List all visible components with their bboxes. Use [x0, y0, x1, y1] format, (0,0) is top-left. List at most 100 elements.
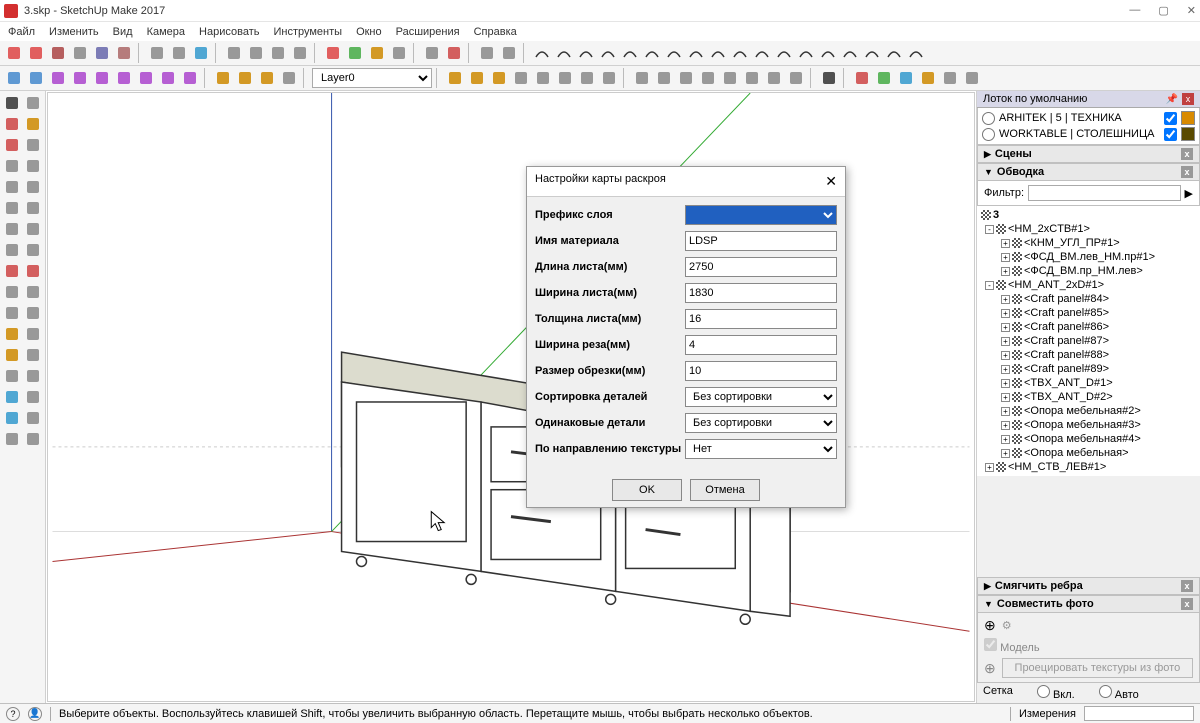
left-tool-21[interactable]	[23, 303, 43, 323]
left-tool-2[interactable]	[2, 114, 22, 134]
tb2-btn-28[interactable]	[786, 68, 806, 88]
tb2-btn-16[interactable]	[511, 68, 531, 88]
curve-tool-3[interactable]	[598, 43, 618, 63]
left-tool-31[interactable]	[23, 408, 43, 428]
left-tool-20[interactable]	[2, 303, 22, 323]
left-tool-17[interactable]	[23, 261, 43, 281]
expand-icon[interactable]: +	[1001, 365, 1010, 374]
field-input-6[interactable]	[685, 361, 837, 381]
left-tool-10[interactable]	[2, 198, 22, 218]
menu-Окно[interactable]: Окно	[356, 26, 382, 38]
tb1-btn-17[interactable]	[422, 43, 442, 63]
maximize-button[interactable]: ▢	[1158, 4, 1168, 17]
left-tool-23[interactable]	[23, 324, 43, 344]
field-input-3[interactable]	[685, 283, 837, 303]
curve-tool-6[interactable]	[664, 43, 684, 63]
left-tool-27[interactable]	[23, 366, 43, 386]
add-icon[interactable]: ⊕	[984, 617, 996, 634]
soften-panel-header[interactable]: ▶Смягчить ребраx	[977, 577, 1200, 595]
tree-item-0[interactable]: -<HM_2xCTB#1>	[979, 222, 1198, 236]
tree-item-10[interactable]: +<Craft panel#89>	[979, 362, 1198, 376]
panel-close-icon[interactable]: x	[1181, 166, 1193, 178]
tree-item-15[interactable]: +<Опора мебельная#4>	[979, 432, 1198, 446]
left-tool-24[interactable]	[2, 345, 22, 365]
tb2-btn-32[interactable]	[896, 68, 916, 88]
curve-tool-1[interactable]	[554, 43, 574, 63]
curve-tool-2[interactable]	[576, 43, 596, 63]
expand-icon[interactable]: +	[985, 463, 994, 472]
left-tool-25[interactable]	[23, 345, 43, 365]
menu-Вид[interactable]: Вид	[113, 26, 133, 38]
tb1-btn-19[interactable]	[477, 43, 497, 63]
menu-Справка[interactable]: Справка	[474, 26, 517, 38]
expand-icon[interactable]: +	[1001, 323, 1010, 332]
left-tool-8[interactable]	[2, 177, 22, 197]
curve-tool-7[interactable]	[686, 43, 706, 63]
curve-tool-15[interactable]	[862, 43, 882, 63]
tb2-btn-29[interactable]	[819, 68, 839, 88]
tb1-btn-4[interactable]	[92, 43, 112, 63]
scenes-panel-header[interactable]: ▶Сценыx	[977, 145, 1200, 163]
tb2-btn-7[interactable]	[158, 68, 178, 88]
tb2-btn-8[interactable]	[180, 68, 200, 88]
curve-tool-16[interactable]	[884, 43, 904, 63]
tb2-btn-25[interactable]	[720, 68, 740, 88]
curve-tool-10[interactable]	[752, 43, 772, 63]
close-button[interactable]: ✕	[1187, 4, 1196, 17]
curve-tool-14[interactable]	[840, 43, 860, 63]
expand-icon[interactable]: +	[1001, 379, 1010, 388]
left-tool-18[interactable]	[2, 282, 22, 302]
tb1-btn-5[interactable]	[114, 43, 134, 63]
tb2-btn-18[interactable]	[555, 68, 575, 88]
expand-icon[interactable]: +	[1001, 337, 1010, 346]
expand-icon[interactable]: -	[985, 225, 994, 234]
tree-item-14[interactable]: +<Опора мебельная#3>	[979, 418, 1198, 432]
curve-tool-9[interactable]	[730, 43, 750, 63]
left-tool-4[interactable]	[2, 135, 22, 155]
tb1-btn-0[interactable]	[4, 43, 24, 63]
expand-icon[interactable]: +	[1001, 295, 1010, 304]
left-tool-9[interactable]	[23, 177, 43, 197]
tb2-btn-26[interactable]	[742, 68, 762, 88]
tb2-btn-17[interactable]	[533, 68, 553, 88]
pin-icon[interactable]: 📌	[1166, 94, 1178, 105]
tb2-btn-10[interactable]	[235, 68, 255, 88]
left-tool-0[interactable]	[2, 93, 22, 113]
tb1-btn-13[interactable]	[323, 43, 343, 63]
tb2-btn-12[interactable]	[279, 68, 299, 88]
grid-on-radio[interactable]: Вкл.	[1037, 685, 1075, 701]
target-icon[interactable]: ⊕	[984, 660, 996, 677]
left-tool-26[interactable]	[2, 366, 22, 386]
tb2-btn-30[interactable]	[852, 68, 872, 88]
filter-input[interactable]	[1028, 185, 1181, 201]
menu-Нарисовать[interactable]: Нарисовать	[199, 26, 259, 38]
tb2-btn-3[interactable]	[70, 68, 90, 88]
tb1-btn-16[interactable]	[389, 43, 409, 63]
tree-item-4[interactable]: -<HM_ANT_2xD#1>	[979, 278, 1198, 292]
tree-root[interactable]: 3	[979, 208, 1198, 222]
tb1-btn-14[interactable]	[345, 43, 365, 63]
expand-icon[interactable]: +	[1001, 239, 1010, 248]
tb2-btn-35[interactable]	[962, 68, 982, 88]
expand-icon[interactable]: +	[1001, 393, 1010, 402]
tree-item-7[interactable]: +<Craft panel#86>	[979, 320, 1198, 334]
dialog-titlebar[interactable]: Настройки карты раскроя ✕	[527, 167, 845, 197]
tb2-btn-2[interactable]	[48, 68, 68, 88]
matchphoto-panel-header[interactable]: ▼Совместить фотоx	[977, 595, 1200, 613]
expand-icon[interactable]: +	[1001, 351, 1010, 360]
status-user-icon[interactable]: 👤	[28, 707, 42, 721]
tb2-btn-27[interactable]	[764, 68, 784, 88]
outliner-panel-header[interactable]: ▼Обводкаx	[977, 163, 1200, 181]
tb2-btn-21[interactable]	[632, 68, 652, 88]
left-tool-28[interactable]	[2, 387, 22, 407]
outliner-tree[interactable]: 3-<HM_2xCTB#1>+<КНМ_УГЛ_ПР#1>+<ФСД_ВМ.ле…	[977, 206, 1200, 476]
tb2-btn-4[interactable]	[92, 68, 112, 88]
material-row-1[interactable]: WORKTABLE | СТОЛЕШНИЦА	[982, 126, 1195, 142]
field-input-1[interactable]	[685, 231, 837, 251]
tree-item-16[interactable]: +<Опора мебельная>	[979, 446, 1198, 460]
tree-item-9[interactable]: +<Craft panel#88>	[979, 348, 1198, 362]
tb2-btn-13[interactable]	[445, 68, 465, 88]
left-tool-30[interactable]	[2, 408, 22, 428]
cancel-button[interactable]: Отмена	[690, 479, 760, 501]
curve-tool-12[interactable]	[796, 43, 816, 63]
